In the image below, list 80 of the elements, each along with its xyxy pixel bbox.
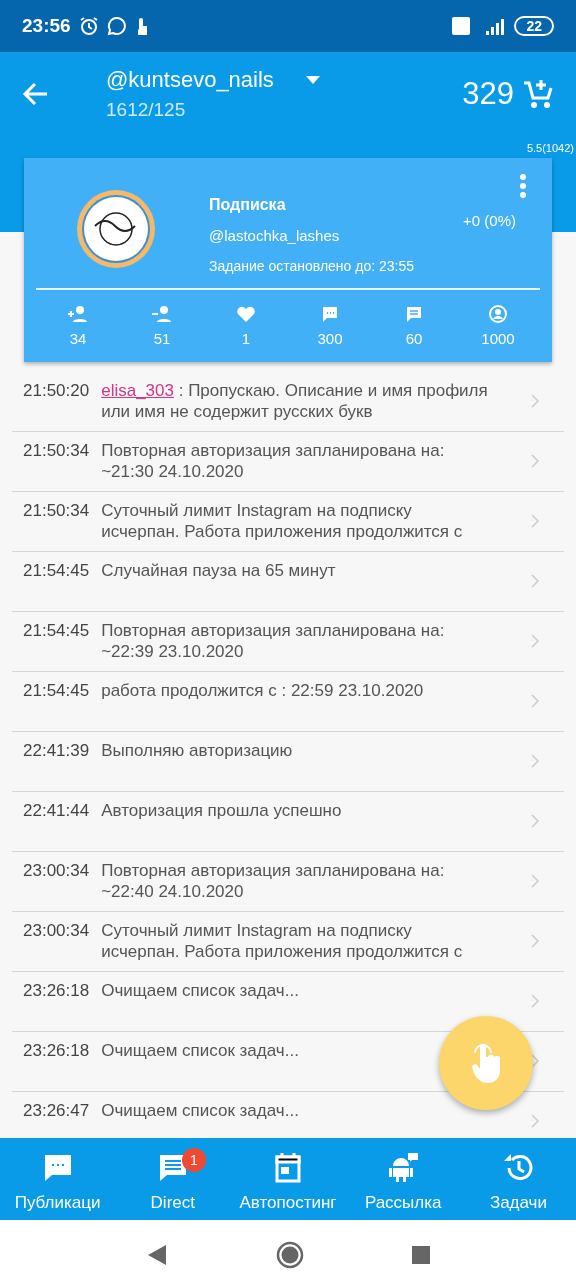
dropdown-caret-icon[interactable] bbox=[305, 75, 320, 84]
stat-value: 1000 bbox=[481, 329, 515, 349]
chevron-icon bbox=[530, 814, 540, 828]
log-row[interactable]: 21:54:45 Повторная авторизация запланирована на: ~22:39 23.10.2020 bbox=[12, 612, 564, 672]
log-time: 22:41:44 bbox=[23, 800, 90, 822]
unfollow-icon bbox=[151, 304, 173, 324]
log-message: Суточный лимит Instagram на подписку исчерпан. Работа приложения продолжится с bbox=[101, 920, 464, 962]
version-label: 5.5(1042) bbox=[526, 142, 574, 154]
log-message: Случайная пауза на 65 минут bbox=[101, 560, 336, 581]
log-row[interactable]: 21:50:34 Повторная авторизация запланирована на: ~21:30 24.10.2020 bbox=[12, 432, 564, 492]
log-row[interactable]: 23:00:34 Повторная авторизация запланирована на: ~22:40 24.10.2020 bbox=[12, 852, 564, 912]
notification-badge: 1 bbox=[182, 1148, 206, 1172]
log-time: 21:50:34 bbox=[23, 440, 90, 462]
chevron-icon bbox=[530, 394, 540, 408]
log-message: Суточный лимит Instagram на подписку исчерпан. Работа приложения продолжится с bbox=[101, 500, 464, 542]
chevron-icon bbox=[530, 1054, 540, 1068]
battery-indicator: 22 bbox=[514, 16, 554, 36]
log-time: 22:41:39 bbox=[23, 740, 90, 762]
nav-tab[interactable]: Direct 1 bbox=[115, 1138, 231, 1220]
chevron-icon bbox=[530, 754, 540, 768]
log-row[interactable]: 21:50:34 Суточный лимит Instagram на подписку исчерпан. Работа приложения продолжится с bbox=[12, 492, 564, 552]
stat-value: 300 bbox=[317, 329, 343, 349]
log-row[interactable]: 21:50:20 elisa_303 : Пропускаю. Описание и имя профиля или имя не содержит русских букв bbox=[12, 372, 564, 432]
chevron-icon bbox=[530, 454, 540, 468]
task-title: Подписка bbox=[209, 195, 287, 215]
log-time: 21:54:45 bbox=[23, 680, 90, 702]
alarm-icon bbox=[78, 16, 99, 36]
log-row[interactable]: 21:54:45 работа продолжится с : 22:59 23.10.2020 bbox=[12, 672, 564, 732]
log-time: 23:26:47 bbox=[23, 1100, 90, 1122]
log-time: 23:00:34 bbox=[23, 860, 90, 882]
log-row[interactable]: 22:41:44 Авторизация прошла успешно bbox=[12, 792, 564, 852]
back-arrow-icon[interactable] bbox=[22, 82, 48, 106]
log-time: 21:54:45 bbox=[23, 560, 90, 582]
stat-value: 51 bbox=[153, 329, 171, 349]
clock-text: 23:56 bbox=[22, 13, 71, 38]
log-message: Очищаем список задач... bbox=[101, 1100, 299, 1121]
log-time: 23:26:18 bbox=[23, 1040, 90, 1062]
chevron-icon bbox=[530, 634, 540, 648]
tap-button[interactable] bbox=[439, 1016, 533, 1110]
follow-icon bbox=[67, 304, 89, 324]
log-message: Повторная авторизация запланирована на: ~22:40 24.10.2020 bbox=[101, 860, 446, 902]
log-message: работа продолжится с : 22:59 23.10.2020 bbox=[101, 680, 424, 701]
chevron-icon bbox=[530, 874, 540, 888]
stat-value: 1 bbox=[241, 329, 251, 349]
log-time: 21:54:45 bbox=[23, 620, 90, 642]
chevron-icon bbox=[530, 574, 540, 588]
stat-value: 60 bbox=[405, 329, 423, 349]
profile-icon bbox=[487, 304, 509, 324]
back-icon[interactable] bbox=[146, 1243, 168, 1267]
log-row[interactable]: 21:54:45 Случайная пауза на 65 минут bbox=[12, 552, 564, 612]
task-note: Задание остановлено до: 23:55 bbox=[209, 256, 415, 276]
log-message: Авторизация прошла успешно bbox=[101, 800, 342, 821]
log-time: 23:00:34 bbox=[23, 920, 90, 942]
log-message: Очищаем список задач... bbox=[101, 980, 299, 1001]
account-counts: 1612/125 bbox=[106, 98, 187, 123]
log-time: 23:26:18 bbox=[23, 980, 90, 1002]
stat-value: 34 bbox=[69, 329, 87, 349]
balance-value: 329 bbox=[462, 74, 514, 113]
chevron-icon bbox=[530, 694, 540, 708]
log-message: elisa_303 : Пропускаю. Описание и имя профиля или имя не содержит русских букв bbox=[101, 380, 489, 422]
chevron-icon bbox=[530, 994, 540, 1008]
chevron-icon bbox=[530, 514, 540, 528]
log-row[interactable]: 23:00:34 Суточный лимит Instagram на подписку исчерпан. Работа приложения продолжится с bbox=[12, 912, 564, 972]
cart-add-icon[interactable] bbox=[522, 78, 554, 110]
home-icon[interactable] bbox=[276, 1241, 304, 1269]
chevron-icon bbox=[530, 934, 540, 948]
mailing-icon bbox=[387, 1152, 420, 1184]
log-message: Выполняю авторизацию bbox=[101, 740, 293, 761]
more-menu-icon[interactable] bbox=[520, 174, 526, 198]
chevron-icon bbox=[530, 1114, 540, 1128]
task-target: @lastochka_lashes bbox=[209, 226, 341, 246]
user-link[interactable]: elisa_303 bbox=[101, 381, 174, 400]
log-time: 21:50:20 bbox=[23, 380, 90, 402]
chat-bubble-icon bbox=[106, 16, 127, 36]
log-message: Повторная авторизация запланирована на: ~22:39 23.10.2020 bbox=[101, 620, 446, 662]
log-time: 21:50:34 bbox=[23, 500, 90, 522]
log-row[interactable]: 22:41:39 Выполняю авторизацию bbox=[12, 732, 564, 792]
log-message: Очищаем список задач... bbox=[101, 1040, 299, 1061]
log-message: Повторная авторизация запланирована на: ~21:30 24.10.2020 bbox=[101, 440, 446, 482]
like-icon bbox=[235, 304, 257, 324]
